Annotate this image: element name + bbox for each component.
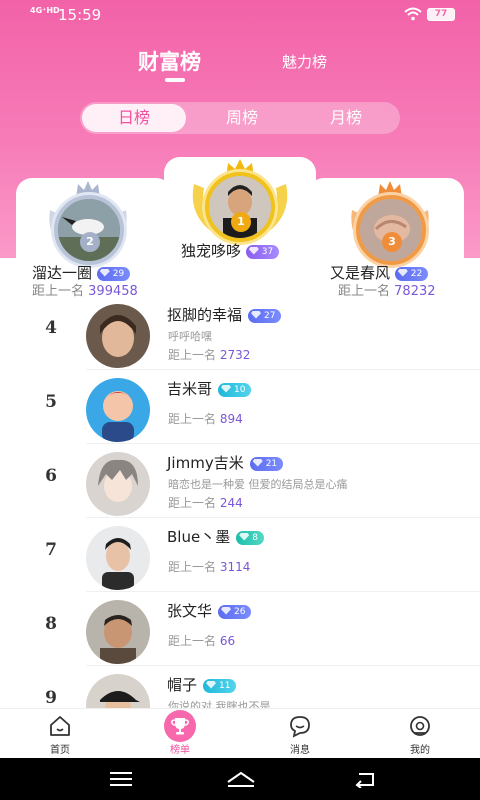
user-name: 张文华 26 bbox=[167, 600, 252, 621]
tab-messages-label: 消息 bbox=[290, 745, 310, 756]
level-badge: 26 bbox=[218, 604, 252, 619]
clock: 15:59 bbox=[58, 6, 102, 24]
tab-wealth[interactable]: 财富榜 bbox=[138, 46, 201, 76]
home-nav-icon[interactable] bbox=[226, 770, 256, 788]
list-item[interactable]: 6 Jimmy吉米 21 暗恋也是一种爱 但爱的结局总是心痛 距上一名 244 bbox=[0, 444, 480, 518]
message-icon bbox=[290, 716, 310, 738]
rank-number: 4 bbox=[45, 318, 57, 338]
user-signature: 你说的对 我瞎也不是 bbox=[168, 700, 271, 708]
user-name: 吉米哥 10 bbox=[167, 378, 252, 399]
system-navigation-bar bbox=[0, 758, 480, 800]
avatar-third bbox=[356, 195, 426, 265]
user-name: 帽子 11 bbox=[167, 674, 237, 695]
tab-day[interactable]: 日榜 bbox=[82, 104, 186, 132]
ranking-list: 4 抠脚的幸福 27 呼呼哈嘿 距上一名 2732 5 吉米哥 10 距上一名 … bbox=[0, 296, 480, 708]
list-item[interactable]: 4 抠脚的幸福 27 呼呼哈嘿 距上一名 2732 bbox=[0, 296, 480, 370]
tab-rank-label: 榜单 bbox=[170, 745, 190, 756]
bottom-tab-bar: 首页 榜单 消息 我的 bbox=[0, 708, 480, 758]
ranking-type-tabs: 财富榜 魅力榜 bbox=[0, 44, 480, 82]
profile-icon bbox=[410, 716, 430, 736]
tab-mine[interactable]: 我的 bbox=[390, 709, 450, 759]
level-badge: 8 bbox=[236, 530, 264, 545]
user-name: 抠脚的幸福 27 bbox=[167, 304, 282, 325]
rank-number: 8 bbox=[45, 614, 57, 634]
rank-number: 9 bbox=[45, 688, 57, 708]
rank-badge-second: 2 bbox=[80, 232, 100, 252]
rank-number: 6 bbox=[45, 466, 57, 486]
home-icon bbox=[50, 716, 70, 736]
level-badge: 22 bbox=[394, 266, 429, 281]
avatar bbox=[86, 452, 150, 516]
user-signature: 呼呼哈嘿 bbox=[168, 330, 212, 343]
wifi-icon bbox=[404, 7, 422, 21]
tab-messages[interactable]: 消息 bbox=[270, 709, 330, 759]
list-item[interactable]: 7 Blue丶墨 8 距上一名 3114 bbox=[0, 518, 480, 592]
active-tab-indicator bbox=[165, 78, 185, 82]
tab-home-label: 首页 bbox=[50, 745, 70, 756]
distance-to-previous: 距上一名 3114 bbox=[168, 560, 251, 574]
level-badge: 29 bbox=[96, 266, 131, 281]
distance-to-previous: 距上一名 2732 bbox=[168, 348, 251, 362]
level-badge: 10 bbox=[218, 382, 252, 397]
distance-to-previous: 距上一名 894 bbox=[168, 412, 243, 426]
list-item[interactable]: 5 吉米哥 10 距上一名 894 bbox=[0, 370, 480, 444]
level-badge: 11 bbox=[203, 678, 237, 693]
tab-month[interactable]: 月榜 bbox=[294, 102, 398, 134]
tab-home[interactable]: 首页 bbox=[30, 709, 90, 759]
level-badge: 27 bbox=[248, 308, 282, 323]
user-signature: 暗恋也是一种爱 但爱的结局总是心痛 bbox=[168, 478, 348, 491]
tab-mine-label: 我的 bbox=[410, 745, 430, 756]
user-name: Blue丶墨 8 bbox=[167, 526, 264, 547]
avatar bbox=[86, 674, 150, 708]
rank-badge-first: 1 bbox=[231, 212, 251, 232]
list-item[interactable]: 9 帽子 11 你说的对 我瞎也不是 bbox=[0, 666, 480, 708]
avatar bbox=[86, 378, 150, 442]
rank-number: 7 bbox=[45, 540, 57, 560]
rank-badge-third: 3 bbox=[382, 232, 402, 252]
podium-first-name: 独宠哆哆 37 bbox=[181, 240, 280, 261]
tab-week[interactable]: 周榜 bbox=[190, 102, 294, 134]
battery-indicator: 77 bbox=[427, 8, 455, 21]
tab-charm[interactable]: 魅力榜 bbox=[282, 51, 327, 72]
trophy-icon bbox=[171, 718, 189, 735]
avatar bbox=[86, 526, 150, 590]
back-icon[interactable] bbox=[353, 770, 379, 788]
rank-number: 5 bbox=[45, 392, 57, 412]
level-badge: 37 bbox=[245, 244, 280, 259]
avatar bbox=[86, 600, 150, 664]
period-selector: 日榜 周榜 月榜 bbox=[80, 102, 400, 134]
avatar bbox=[86, 304, 150, 368]
network-indicator: 4G⁺HD bbox=[30, 6, 60, 15]
list-item[interactable]: 8 张文华 26 距上一名 66 bbox=[0, 592, 480, 666]
menu-icon[interactable] bbox=[109, 770, 133, 788]
user-name: Jimmy吉米 21 bbox=[167, 452, 284, 473]
level-badge: 21 bbox=[249, 456, 284, 471]
avatar-second bbox=[54, 195, 124, 265]
distance-to-previous: 距上一名 244 bbox=[168, 496, 243, 510]
status-bar: 4G⁺HD 15:59 77 bbox=[0, 0, 480, 30]
tab-rank[interactable]: 榜单 bbox=[150, 709, 210, 759]
distance-to-previous: 距上一名 66 bbox=[168, 634, 236, 648]
